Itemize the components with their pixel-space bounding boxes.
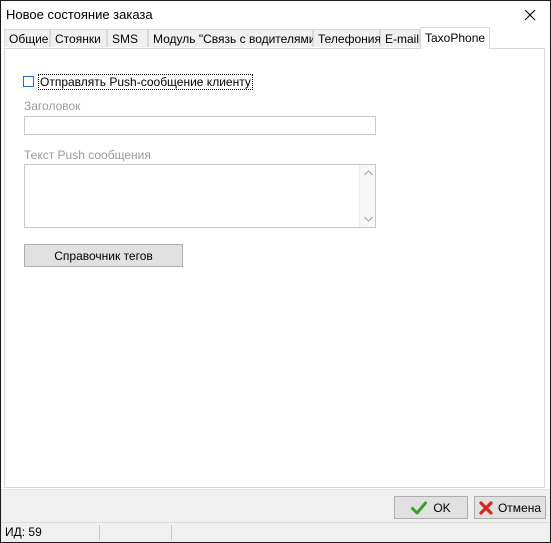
button-panel: OK Отмена <box>1 489 550 522</box>
tab-bar: Общие Стоянки SMS Модуль "Связь с водите… <box>4 27 547 49</box>
tab-driver-link[interactable]: Модуль "Связь с водителями" <box>148 29 320 47</box>
tab-general[interactable]: Общие <box>4 29 50 47</box>
checkmark-icon <box>411 501 428 515</box>
push-checkbox-row[interactable]: Отправлять Push-сообщение клиенту <box>23 73 253 90</box>
tab-email[interactable]: E-mail <box>380 29 420 47</box>
tab-sms[interactable]: SMS <box>107 29 148 47</box>
push-text-area[interactable] <box>25 165 359 227</box>
tab-taxophone[interactable]: TaxoPhone <box>420 27 490 49</box>
status-id: ИД: 59 <box>5 525 42 539</box>
title-bar: Новое состояние заказа <box>1 1 550 28</box>
close-button[interactable] <box>510 1 550 28</box>
dialog-window: Новое состояние заказа Общие Стоянки SMS… <box>0 0 551 543</box>
cancel-button-label: Отмена <box>497 500 542 515</box>
tab-telephony[interactable]: Телефония <box>313 29 381 47</box>
status-separator <box>99 525 100 540</box>
memo-scrollbar[interactable] <box>359 165 375 227</box>
header-input[interactable] <box>24 116 376 135</box>
close-icon <box>524 9 536 20</box>
window-title: Новое состояние заказа <box>6 7 153 22</box>
scroll-down-icon[interactable] <box>363 214 373 224</box>
ok-button[interactable]: OK <box>394 496 468 519</box>
scroll-up-icon[interactable] <box>363 168 373 178</box>
ok-button-label: OK <box>433 500 451 515</box>
cancel-button[interactable]: Отмена <box>474 496 546 519</box>
push-checkbox-label[interactable]: Отправлять Push-сообщение клиенту <box>38 73 253 90</box>
tab-stops[interactable]: Стоянки <box>50 29 107 47</box>
push-checkbox[interactable] <box>23 76 34 87</box>
header-field-label: Заголовок <box>24 99 81 113</box>
cancel-x-icon <box>479 500 493 515</box>
tags-reference-button[interactable]: Справочник тегов <box>24 244 183 267</box>
push-text-label: Текст Push сообщения <box>24 148 151 162</box>
push-text-memo[interactable] <box>24 164 376 228</box>
status-separator <box>171 525 172 540</box>
taxophone-panel: Отправлять Push-сообщение клиенту Заголо… <box>4 48 545 488</box>
status-bar: ИД: 59 <box>1 522 550 542</box>
